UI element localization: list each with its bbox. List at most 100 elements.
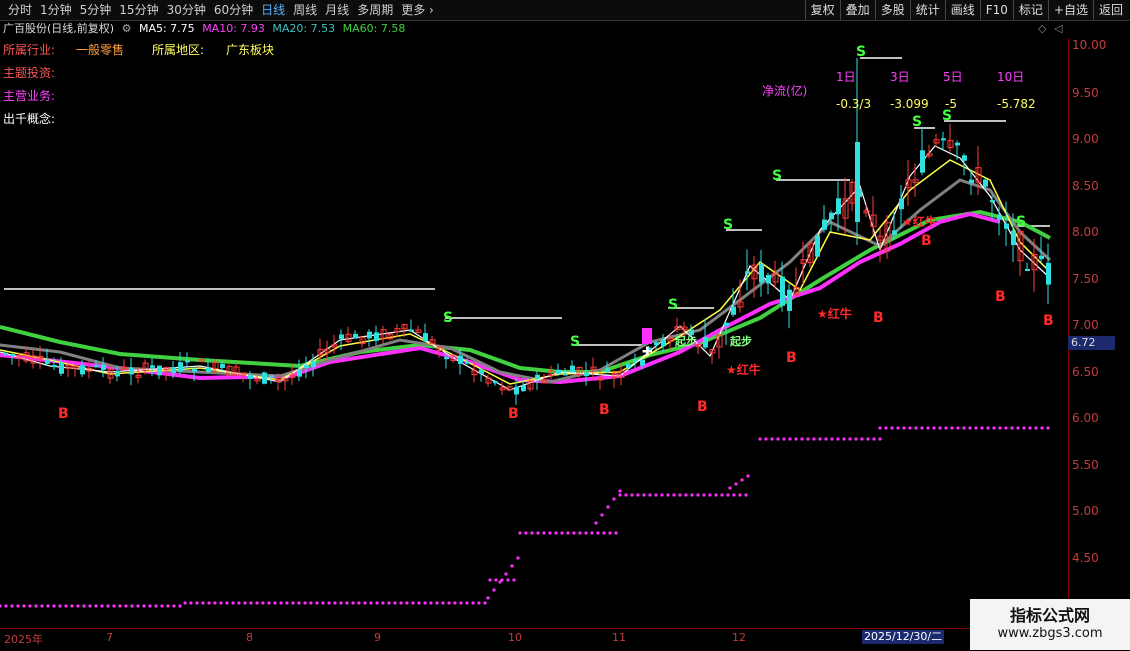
candle-body [584,372,589,376]
overlay-button[interactable]: 叠加 [839,0,875,20]
support-dot [986,426,990,430]
ma5-line [0,145,1051,391]
sell-signal: S [912,114,922,130]
candle-body [899,198,904,210]
date-tick: 7 [106,631,113,644]
support-dot [956,426,960,430]
support-dot [237,601,241,605]
support-dot [782,437,786,441]
qibu-signal: 起步 [729,334,752,348]
support-dot [726,493,730,497]
tab-15min[interactable]: 15分钟 [115,2,162,18]
region-value: 广东板块 [226,43,275,57]
price-axis [1068,38,1130,628]
candle-body [171,367,176,374]
tab-weekly[interactable]: 周线 [289,2,321,18]
tab-fenshi[interactable]: 分时 [4,2,36,18]
support-dot [492,588,496,592]
netflow-period-10: 10日 [997,70,1025,84]
multi-stock-button[interactable]: 多股 [874,0,910,20]
candle-body [248,374,253,379]
candle-body [745,271,750,274]
candle-body [822,219,827,230]
support-dot [333,601,337,605]
price-tick: 7.00 [1072,318,1099,332]
support-dot [696,493,700,497]
support-dot [189,601,193,605]
support-dot [648,493,652,497]
support-dot [702,493,706,497]
support-dot [654,493,658,497]
support-dot [968,426,972,430]
tab-more[interactable]: 更多 › [397,2,438,18]
support-dot [34,604,38,608]
crosshair-date-badge: 2025/12/30/二 [862,630,944,644]
support-dot [4,604,8,608]
candle-body [724,322,729,326]
buy-signal: B [508,406,519,422]
support-dot [40,604,44,608]
candle-body [759,263,764,283]
support-dot [172,604,176,608]
price-tick: 8.00 [1072,225,1099,239]
support-dot [738,493,742,497]
support-dot [878,426,882,430]
f10-button[interactable]: F10 [979,0,1013,20]
hongniu-signal: ★红牛 [902,214,937,229]
tab-multi-period[interactable]: 多周期 [353,2,397,18]
support-dot [351,601,355,605]
candle-body [297,369,302,377]
candle-body [661,339,666,347]
buy-signal: B [697,399,708,415]
tab-5min[interactable]: 5分钟 [76,2,116,18]
buy-signal: B [921,233,932,249]
candle-body [703,337,708,348]
support-dot [10,604,14,608]
candle-body [409,329,414,332]
sell-signal: S [772,168,782,184]
support-dot [100,604,104,608]
support-dot [124,604,128,608]
cross-marker: ✚ [642,345,653,360]
candle-body [178,362,183,372]
support-dot [830,437,834,441]
diamond-icon[interactable]: ◇ [1038,22,1046,35]
support-dot [142,604,146,608]
add-watchlist-button[interactable]: +自选 [1047,0,1093,20]
candle-body [269,375,274,378]
concept-label: 出千概念: [3,112,56,126]
support-dot [363,601,367,605]
candle-body [101,364,106,370]
tab-daily[interactable]: 日线 [257,2,289,18]
stats-button[interactable]: 统计 [909,0,945,20]
support-dot [728,486,732,490]
settings-icon[interactable]: ⚙ [122,22,132,35]
candle-body [444,357,449,360]
left-arrow-icon[interactable]: ◁ [1054,22,1062,35]
candle-body [465,361,470,364]
industry-label: 所属行业: [3,43,56,57]
back-button[interactable]: 返回 [1092,0,1128,20]
tab-monthly[interactable]: 月线 [321,2,353,18]
tab-60min[interactable]: 60分钟 [210,2,257,18]
support-dot [267,601,271,605]
support-dot [926,426,930,430]
tab-1min[interactable]: 1分钟 [36,2,76,18]
marker-box [642,328,652,344]
theme-label: 主题投资: [3,66,56,80]
support-dot [58,604,62,608]
mark-button[interactable]: 标记 [1012,0,1048,20]
tab-30min[interactable]: 30分钟 [163,2,210,18]
support-dot [321,601,325,605]
support-dot [1022,426,1026,430]
candle-body [1025,268,1030,271]
candle-body [185,360,190,363]
support-dot [160,604,164,608]
support-dot [732,493,736,497]
kline-chart[interactable]: B B B BBBBBBSSSSSSS SS★红牛★红牛★红牛起步 起步✚ [0,0,1130,650]
adjust-button[interactable]: 复权 [804,0,840,20]
draw-line-button[interactable]: 画线 [944,0,980,20]
industry-value: 一般零售 [76,43,125,57]
support-dot [608,531,612,535]
support-dot [154,604,158,608]
